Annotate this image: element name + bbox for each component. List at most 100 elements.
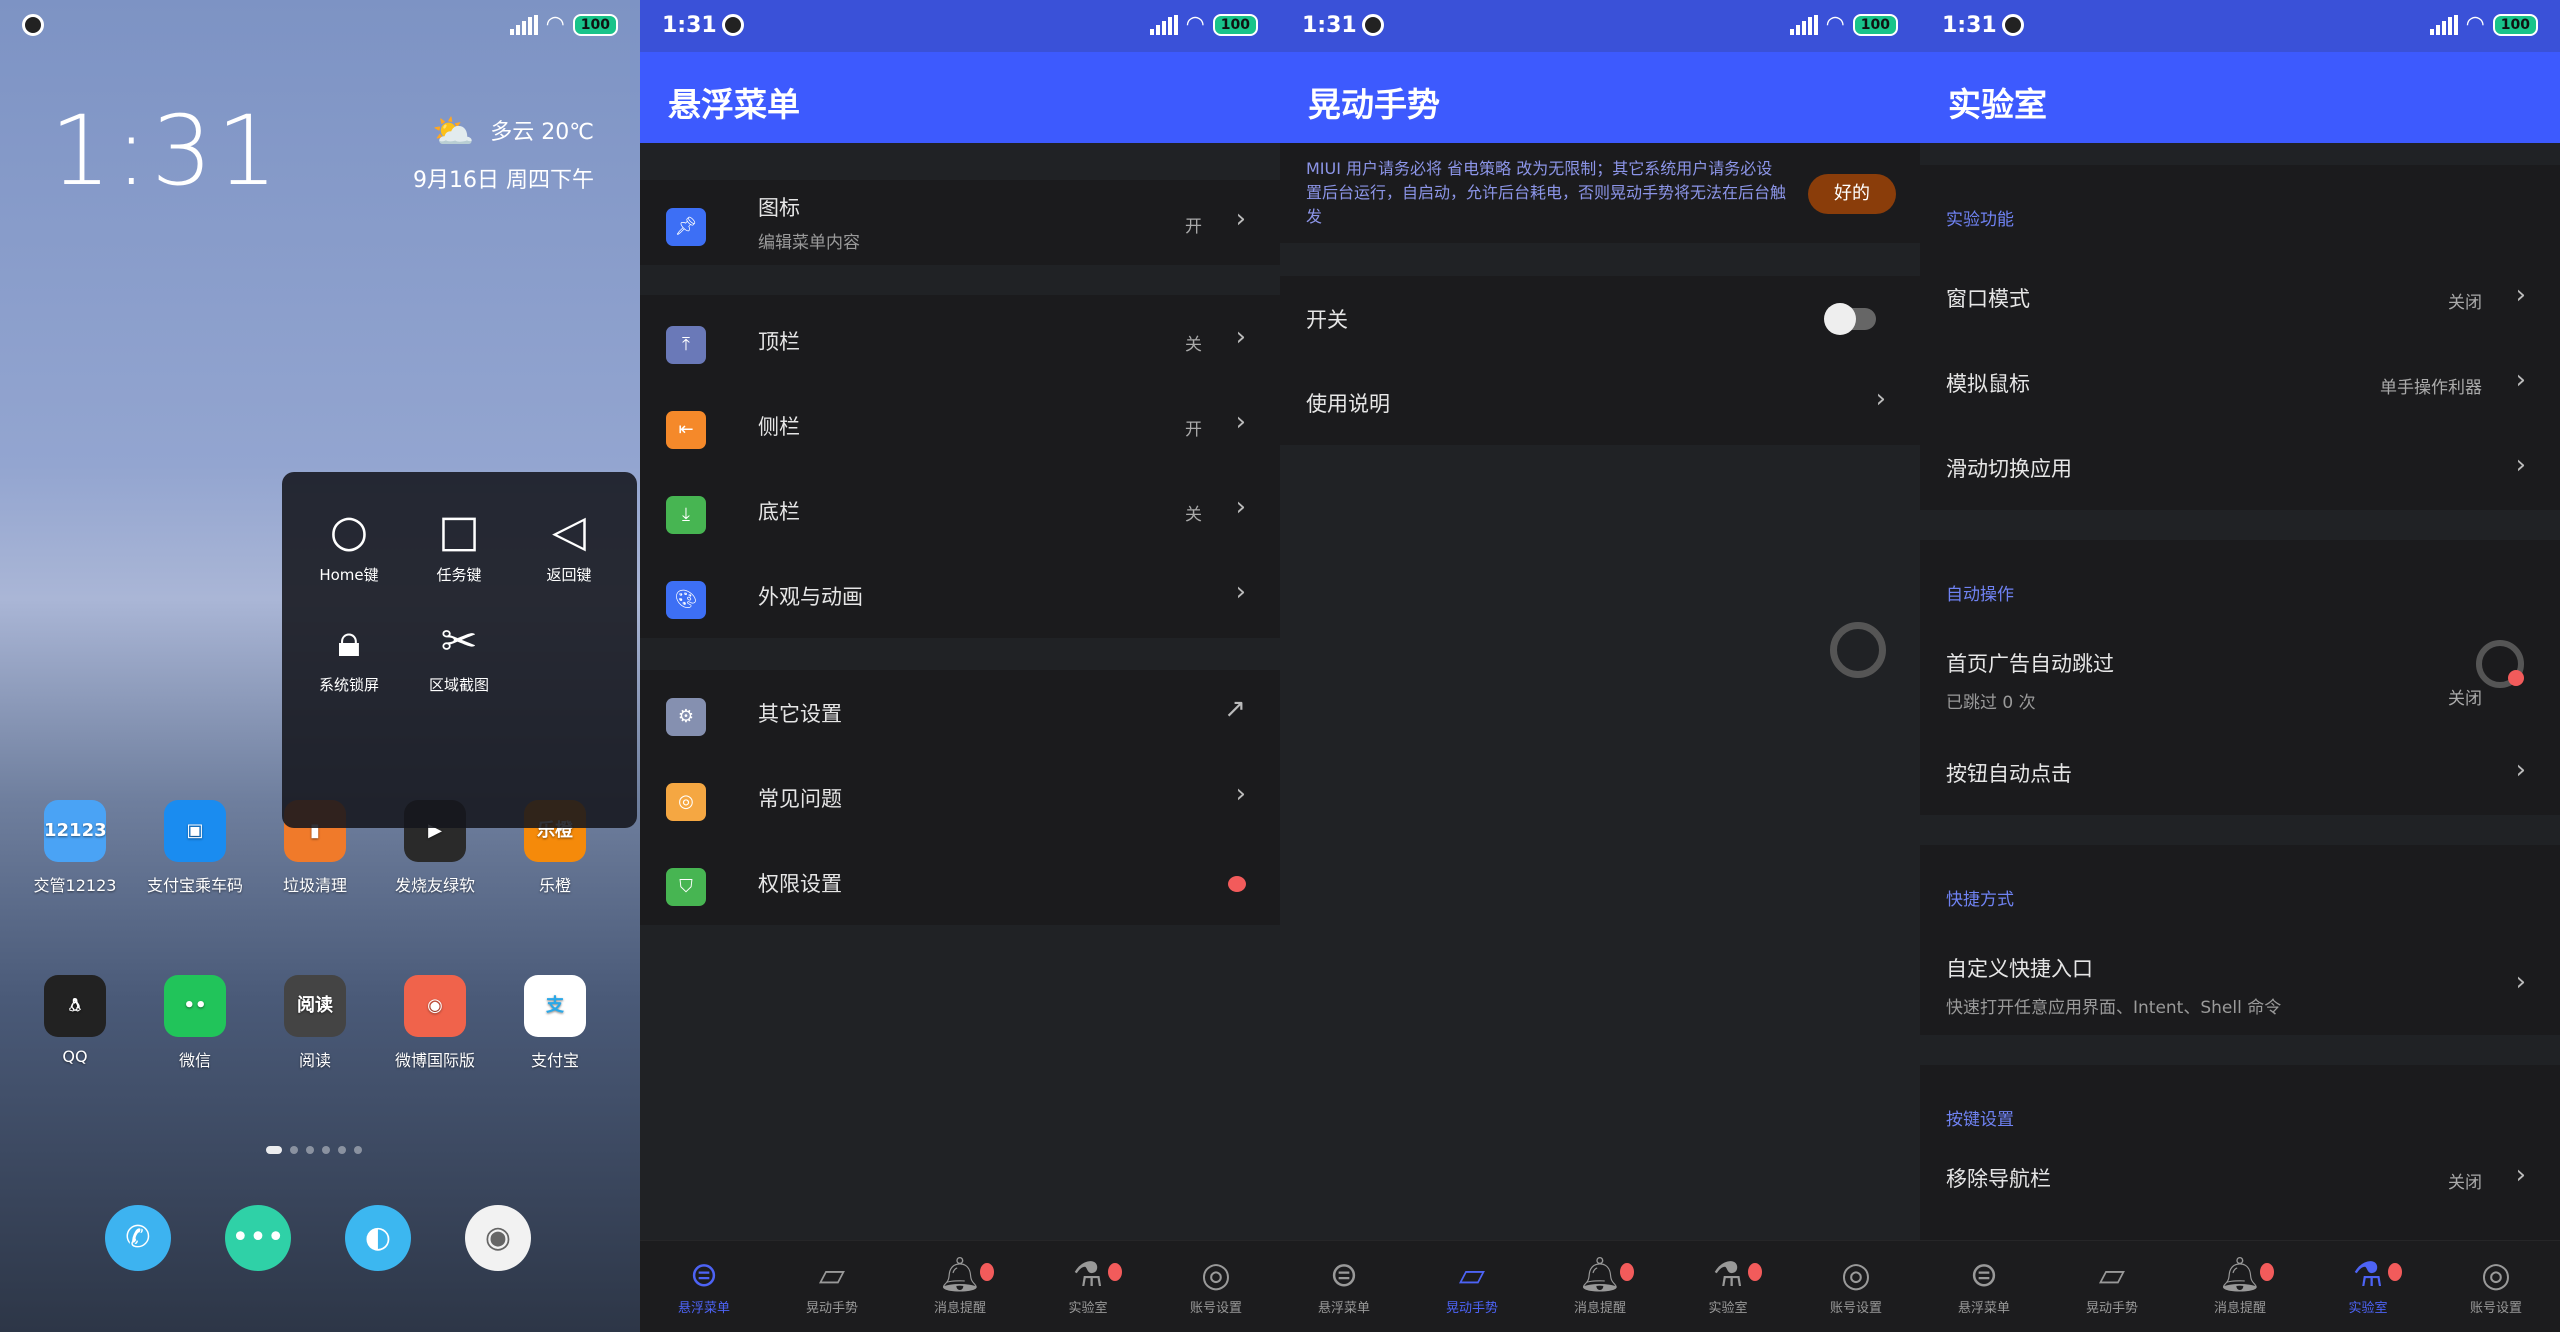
tab-account[interactable]: ◎ 账号设置 <box>2432 1241 2560 1332</box>
tab-bell[interactable]: 🔔︎ 消息提醒 <box>2176 1241 2304 1332</box>
badge-dot <box>1748 1263 1762 1281</box>
tab-toggles[interactable]: ⊜ 悬浮菜单 <box>1920 1241 2048 1332</box>
app-icon[interactable]: ▣ 支付宝乘车码 <box>140 800 250 896</box>
list-item[interactable]: 首页广告自动跳过 已跳过 0 次 关闭 <box>1920 630 2560 730</box>
page-dot[interactable] <box>322 1146 330 1154</box>
battery-icon: 100 <box>1212 13 1258 36</box>
shake-phone-icon: ▱ <box>2098 1255 2126 1295</box>
item-title: 其它设置 <box>758 702 842 726</box>
tab-shake-phone[interactable]: ▱ 晃动手势 <box>1408 1241 1536 1332</box>
float-key-label: 系统锁屏 <box>318 676 379 694</box>
pin-icon: 📌︎ <box>666 208 706 246</box>
list-item[interactable]: 🎨︎ 外观与动画 › <box>640 553 1280 638</box>
page-dot[interactable] <box>290 1146 298 1154</box>
item-title: 权限设置 <box>758 872 842 896</box>
status-icons: ◠ 100 <box>1149 12 1258 37</box>
switch-row[interactable]: 开关 <box>1280 276 1920 360</box>
app-icon[interactable]: 🐧︎ QQ <box>20 975 130 1066</box>
shield-icon: ⛉ <box>666 868 706 906</box>
item-title: 图标 <box>758 196 800 220</box>
list-item[interactable]: ⤒ 顶栏 关 › <box>640 298 1280 383</box>
page-dot[interactable] <box>354 1146 362 1154</box>
float-scissors-button[interactable]: ✂ 区域截图 <box>404 610 514 695</box>
circle-icon: ○ <box>329 506 369 557</box>
tab-flask[interactable]: ⚗ 实验室 <box>1664 1241 1792 1332</box>
list-item[interactable]: ⇤ 侧栏 开 › <box>640 383 1280 468</box>
tab-label: 账号设置 <box>1829 1301 1882 1316</box>
section-header: 实验功能 <box>1920 165 2560 265</box>
status-time: 1:31 <box>1942 13 1997 38</box>
app-icon[interactable]: 阅读 阅读 <box>260 975 370 1071</box>
list-item[interactable]: 自定义快捷入口 快速打开任意应用界面、Intent、Shell 命令 › <box>1920 935 2560 1035</box>
home-screen: ◠ 100 1:31 ⛅ 多云 20℃ 9月16日 周四下午 ○ Home键 □ 任务键 ◁ 返回键 🔒… <box>0 0 640 1332</box>
tab-flask[interactable]: ⚗ 实验室 <box>2304 1241 2432 1332</box>
divider <box>640 635 1280 670</box>
badge-dot <box>1228 876 1246 892</box>
scissors-icon: ✂ <box>440 616 478 667</box>
tab-account[interactable]: ◎ 账号设置 <box>1152 1241 1280 1332</box>
list-item[interactable]: 窗口模式 关闭 › <box>1920 255 2560 340</box>
app-icon[interactable]: ◉ 微博国际版 <box>380 975 490 1071</box>
section-title: 快捷方式 <box>1946 890 2014 910</box>
item-value: 关闭 <box>2448 292 2482 313</box>
enable-toggle[interactable] <box>1824 303 1876 335</box>
tab-bell[interactable]: 🔔︎ 消息提醒 <box>896 1241 1024 1332</box>
tab-shake-phone[interactable]: ▱ 晃动手势 <box>2048 1241 2176 1332</box>
page-dot[interactable] <box>266 1146 282 1154</box>
toggles-icon: ⊜ <box>689 1255 719 1295</box>
float-back-triangle-button[interactable]: ◁ 返回键 <box>514 500 624 585</box>
camera-icon[interactable]: ◉ <box>465 1205 531 1271</box>
app-icon[interactable]: 12123 交管12123 <box>20 800 130 896</box>
section-title: 按键设置 <box>1946 1110 2014 1130</box>
list-item[interactable]: 移除导航栏 关闭 › <box>1920 1135 2560 1220</box>
guide-row[interactable]: 使用说明 › <box>1280 360 1920 445</box>
tab-toggles[interactable]: ⊜ 悬浮菜单 <box>1280 1241 1408 1332</box>
list-item[interactable]: 模拟鼠标 单手操作利器 › <box>1920 340 2560 425</box>
messages-icon[interactable]: ••• <box>225 1205 291 1271</box>
badge-dot <box>980 1263 994 1281</box>
list-item[interactable]: 📌︎ 图标 编辑菜单内容 开 › <box>640 180 1280 265</box>
gear-icon: ⚙ <box>666 698 706 736</box>
page-indicator <box>266 1146 362 1154</box>
list-item[interactable]: 按钮自动点击 › <box>1920 730 2560 815</box>
page-title: 晃动手势 <box>1280 52 1920 143</box>
wifi-icon: ◠ <box>1825 12 1845 37</box>
flask-icon: ⚗ <box>2352 1255 2384 1295</box>
list-item[interactable]: 滑动切换应用 › <box>1920 425 2560 510</box>
browser-icon[interactable]: ◐ <box>345 1205 411 1271</box>
chevron-right-icon: › <box>1235 492 1246 522</box>
list-item[interactable]: ⤓ 底栏 关 › <box>640 468 1280 553</box>
page-dot[interactable] <box>306 1146 314 1154</box>
tab-toggles[interactable]: ⊜ 悬浮菜单 <box>640 1241 768 1332</box>
tab-flask[interactable]: ⚗ 实验室 <box>1024 1241 1152 1332</box>
phone-icon[interactable]: ✆ <box>105 1205 171 1271</box>
battery-icon: 100 <box>2492 13 2538 36</box>
float-circle-button[interactable]: ○ Home键 <box>294 500 404 585</box>
list-item[interactable]: ⛉ 权限设置 <box>640 840 1280 925</box>
qq-notification-icon <box>722 14 744 36</box>
page-title: 实验室 <box>1920 52 2560 143</box>
bottom-bar-icon: ⤓ <box>666 496 706 534</box>
lab-screen: 1:31 ◠ 100 实验室 实验功能 窗口模式 关闭 › 模拟鼠标 单手操作利器 › 滑动切换应用 ›… <box>1920 0 2560 1332</box>
tab-bell[interactable]: 🔔︎ 消息提醒 <box>1536 1241 1664 1332</box>
app-icon[interactable]: •• 微信 <box>140 975 250 1071</box>
back-triangle-icon: ◁ <box>552 506 586 557</box>
list-item[interactable]: ◎ 常见问题 › <box>640 755 1280 840</box>
chevron-right-icon: › <box>1235 779 1246 809</box>
section-title: 实验功能 <box>1946 210 2014 230</box>
chevron-right-icon: › <box>2515 279 2526 310</box>
item-value: 关闭 <box>2448 1172 2482 1193</box>
item-value: 关 <box>1185 505 1202 525</box>
page-dot[interactable] <box>338 1146 346 1154</box>
list-item[interactable]: ⚙ 其它设置 ↗ <box>640 670 1280 755</box>
tab-shake-phone[interactable]: ▱ 晃动手势 <box>768 1241 896 1332</box>
chevron-right-icon: › <box>1235 204 1246 234</box>
ok-button[interactable]: 好的 <box>1808 174 1896 214</box>
float-square-button[interactable]: □ 任务键 <box>404 500 514 585</box>
tab-account[interactable]: ◎ 账号设置 <box>1792 1241 1920 1332</box>
app-label: 阅读 <box>298 1051 331 1070</box>
float-lock-button[interactable]: 🔒︎ 系统锁屏 <box>294 610 404 695</box>
item-value: 开 <box>1185 217 1202 237</box>
guide-label: 使用说明 <box>1306 392 1390 416</box>
app-icon[interactable]: 支支付宝 <box>500 975 610 1071</box>
